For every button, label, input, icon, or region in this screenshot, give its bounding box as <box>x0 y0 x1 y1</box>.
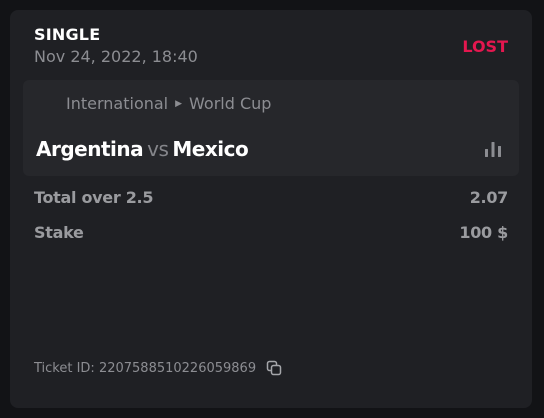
bet-type: SINGLE <box>34 25 101 44</box>
stake-value: 100 $ <box>459 223 508 242</box>
ticket-id: Ticket ID: 2207588510226059869 <box>34 360 282 376</box>
away-team: Mexico <box>172 137 249 161</box>
stake-row: Stake 100 $ <box>34 223 508 242</box>
ticket-id-text: Ticket ID: 2207588510226059869 <box>34 360 257 376</box>
breadcrumb-category: International <box>66 94 169 113</box>
vs-label: vs <box>147 137 169 161</box>
bet-date: Nov 24, 2022, 18:40 <box>34 47 198 66</box>
home-team: Argentina <box>36 137 144 161</box>
market-row: Total over 2.5 2.07 <box>34 188 508 207</box>
market-label: Total over 2.5 <box>34 188 154 207</box>
breadcrumb: International ▶ World Cup <box>66 94 271 113</box>
stake-label: Stake <box>34 223 84 242</box>
bet-ticket-card: SINGLE Nov 24, 2022, 18:40 LOST Internat… <box>10 10 532 408</box>
event-matchup: Argentina vs Mexico <box>36 137 249 161</box>
event-panel[interactable]: International ▶ World Cup Argentina vs Mex… <box>23 80 519 176</box>
bar-chart-icon[interactable] <box>484 141 502 157</box>
market-odds: 2.07 <box>469 188 509 207</box>
chevron-right-icon: ▶ <box>175 98 183 109</box>
copy-icon[interactable] <box>266 360 282 376</box>
breadcrumb-league: World Cup <box>189 94 272 113</box>
bet-status-badge: LOST <box>462 37 508 56</box>
